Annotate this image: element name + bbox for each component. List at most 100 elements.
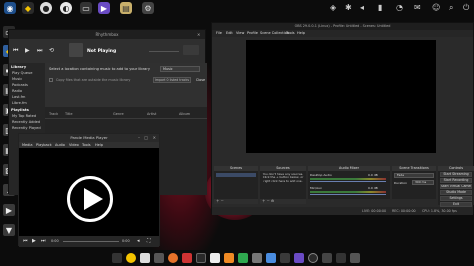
rec-status: REC: 00:00:00 bbox=[392, 209, 416, 213]
terminal-icon[interactable]: ▭ bbox=[80, 2, 92, 14]
menu-edit[interactable]: Edit bbox=[226, 30, 233, 37]
power-icon[interactable]: ⏻ bbox=[463, 3, 469, 13]
sources-footer: ＋ － ⚙ bbox=[260, 199, 306, 204]
start-recording-button[interactable]: Start Recording bbox=[440, 178, 472, 183]
obs-preview-canvas[interactable] bbox=[246, 40, 436, 153]
user-icon[interactable]: ☺ bbox=[432, 3, 440, 12]
menu-file[interactable]: File bbox=[216, 30, 222, 37]
bluetooth-icon[interactable]: ✱ bbox=[345, 3, 352, 12]
rhythmbox-titlebar[interactable]: Rhythmbox bbox=[9, 30, 205, 39]
maximize-icon[interactable]: □ bbox=[144, 135, 148, 140]
network-icon[interactable]: ◈ bbox=[330, 3, 336, 12]
menu-view[interactable]: View bbox=[236, 30, 244, 37]
next-icon[interactable]: ⏭ bbox=[41, 238, 46, 244]
import-button[interactable]: Import 0 listed tracks bbox=[153, 77, 191, 83]
circle-app-icon[interactable]: ◐ bbox=[60, 2, 72, 14]
menu-media[interactable]: Media bbox=[22, 142, 33, 148]
menu-playback[interactable]: Playback bbox=[36, 142, 52, 148]
text-editor-icon[interactable] bbox=[140, 253, 150, 263]
app-icon[interactable]: ● bbox=[40, 2, 52, 14]
remove-icon[interactable]: － bbox=[220, 199, 223, 203]
video-folder-icon[interactable]: ▶ bbox=[3, 204, 15, 216]
menu-profile[interactable]: Profile bbox=[247, 30, 258, 37]
transition-select[interactable]: Fade bbox=[394, 173, 434, 178]
settings-button[interactable]: Settings bbox=[440, 196, 472, 201]
menu-audio[interactable]: Audio bbox=[55, 142, 65, 148]
python-icon[interactable]: ◆ bbox=[22, 2, 34, 14]
scene-item-selected[interactable] bbox=[216, 173, 256, 177]
volume-slider-desktop[interactable] bbox=[310, 181, 386, 182]
archive-icon[interactable]: ▤ bbox=[120, 2, 132, 14]
green-app-icon[interactable] bbox=[238, 253, 248, 263]
clock-icon[interactable]: ◔ bbox=[396, 3, 403, 12]
obs-titlebar[interactable]: OBS 29.0.0-1 (Linux) - Profile: Untitled… bbox=[212, 23, 473, 30]
add-icon[interactable]: ＋ bbox=[216, 199, 219, 203]
previous-icon[interactable]: ⏮ bbox=[13, 47, 18, 55]
sources-list[interactable]: You don't have any sources. Click the + … bbox=[260, 171, 306, 199]
location-chooser[interactable]: Music bbox=[160, 66, 200, 72]
workspace-icon[interactable] bbox=[336, 253, 346, 263]
app-red-icon[interactable] bbox=[182, 253, 192, 263]
close-button[interactable]: Close bbox=[195, 77, 206, 83]
media-dock-icon[interactable] bbox=[294, 253, 304, 263]
sidebar-item-recently-played[interactable]: Recently Played bbox=[9, 125, 45, 131]
volume-icon[interactable]: ◂ bbox=[360, 3, 364, 12]
notification-icon[interactable]: ✉ bbox=[414, 3, 421, 12]
column-header-track[interactable]: Track bbox=[49, 112, 58, 116]
seek-slider[interactable] bbox=[63, 241, 119, 242]
volume-icon[interactable]: ◂ bbox=[137, 238, 140, 244]
seek-bar[interactable] bbox=[149, 51, 179, 52]
minimize-icon[interactable]: – bbox=[138, 135, 140, 140]
media-icon[interactable]: ▶ bbox=[98, 2, 110, 14]
play-icon[interactable]: ▶ bbox=[32, 238, 36, 244]
files-dock-icon[interactable] bbox=[154, 253, 164, 263]
search-icon[interactable]: ⌕ bbox=[449, 3, 453, 13]
menu-video[interactable]: Video bbox=[69, 142, 79, 148]
close-icon[interactable]: ✕ bbox=[197, 32, 202, 37]
firefox-icon[interactable]: ◉ bbox=[4, 2, 16, 14]
scenes-list[interactable] bbox=[214, 171, 258, 199]
duration-input[interactable]: 300 ms bbox=[412, 180, 434, 185]
column-header-artist[interactable]: Artist bbox=[147, 112, 156, 116]
start-streaming-button[interactable]: Start Streaming bbox=[440, 172, 472, 177]
column-header-title[interactable]: Title bbox=[65, 112, 73, 116]
next-icon[interactable]: ⏭ bbox=[37, 47, 42, 55]
network-dock-icon[interactable] bbox=[280, 253, 290, 263]
studio-mode-button[interactable]: Studio Mode bbox=[440, 190, 472, 195]
menu-tools[interactable]: Tools bbox=[82, 142, 91, 148]
repeat-icon[interactable]: ⟲ bbox=[49, 47, 54, 54]
media-player-window: Parole Media Player ✕ □ – Media Playback… bbox=[18, 133, 160, 247]
add-icon[interactable]: ＋ bbox=[262, 199, 265, 203]
column-header-album[interactable]: Album bbox=[179, 112, 190, 116]
menu-tools[interactable]: Tools bbox=[286, 30, 295, 37]
remove-icon[interactable]: － bbox=[266, 199, 269, 203]
menu-help[interactable]: Help bbox=[95, 142, 103, 148]
document-dock-icon[interactable] bbox=[210, 253, 220, 263]
browser-dock-icon[interactable] bbox=[266, 253, 276, 263]
show-apps-icon[interactable] bbox=[112, 253, 122, 263]
folder-dock-icon[interactable] bbox=[350, 253, 360, 263]
obs-dock-icon[interactable] bbox=[308, 253, 318, 263]
downloads-icon[interactable]: ▼ bbox=[3, 224, 15, 236]
column-header-genre[interactable]: Genre bbox=[113, 112, 124, 116]
play-icon[interactable]: ▶ bbox=[25, 47, 30, 54]
previous-icon[interactable]: ⏮ bbox=[23, 238, 28, 244]
volume-slider-mic[interactable] bbox=[310, 194, 386, 195]
volume-button[interactable] bbox=[183, 45, 199, 55]
battery-icon[interactable]: ▮ bbox=[378, 3, 382, 12]
close-icon[interactable]: ✕ bbox=[153, 135, 156, 140]
trash-dock-icon[interactable] bbox=[322, 253, 332, 263]
settings-dock-icon[interactable] bbox=[252, 253, 262, 263]
gear-icon[interactable]: ⚙ bbox=[271, 199, 274, 203]
copy-files-checkbox[interactable] bbox=[49, 78, 53, 82]
terminal-dock-icon[interactable] bbox=[196, 253, 206, 263]
menu-help[interactable]: Help bbox=[297, 30, 305, 37]
menu-scene-collection[interactable]: Scene Collection bbox=[260, 30, 289, 37]
fullscreen-icon[interactable]: ⛶ bbox=[147, 238, 151, 244]
settings-icon[interactable]: ⚙ bbox=[142, 2, 154, 14]
vlc-cone-icon[interactable] bbox=[224, 253, 234, 263]
big-play-icon[interactable] bbox=[67, 176, 113, 222]
virtual-camera-button[interactable]: Start Virtual Camera bbox=[440, 184, 472, 189]
firefox-dock-icon[interactable] bbox=[168, 253, 178, 263]
vlc-icon[interactable] bbox=[126, 253, 136, 263]
